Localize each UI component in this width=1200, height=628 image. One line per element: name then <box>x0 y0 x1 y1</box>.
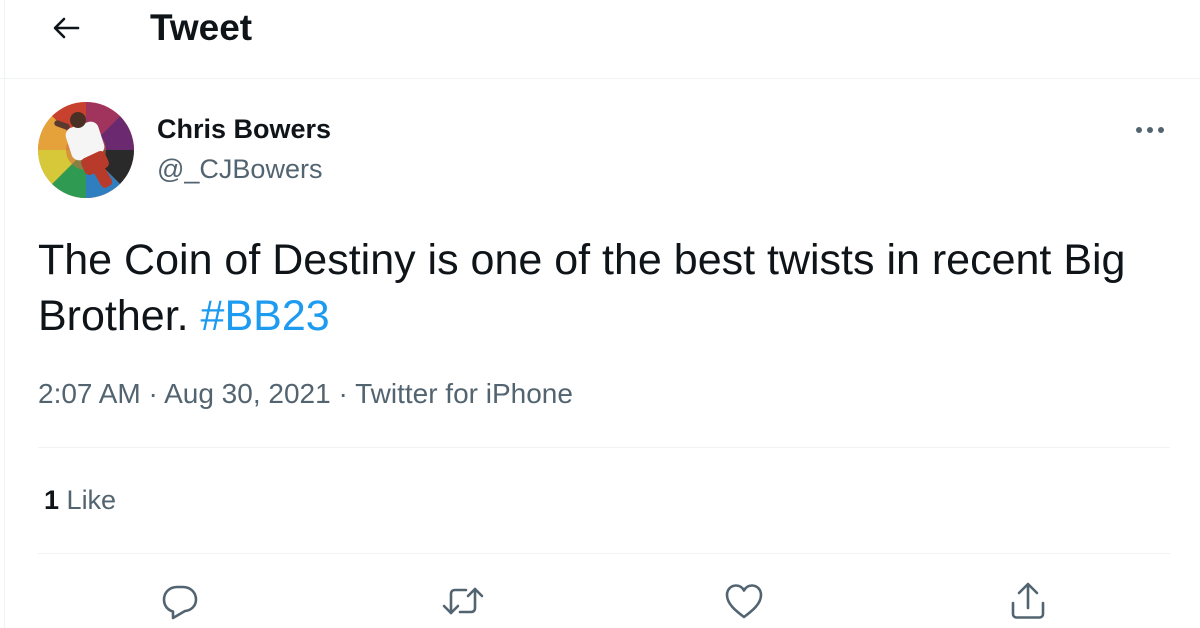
page-title: Tweet <box>150 7 253 48</box>
share-button[interactable] <box>1006 578 1050 624</box>
author-name[interactable]: Chris Bowers <box>157 113 331 145</box>
tweet-time[interactable]: 2:07 AM <box>38 378 141 409</box>
like-icon <box>724 582 764 620</box>
avatar[interactable] <box>38 102 134 198</box>
retweet-button[interactable] <box>441 578 485 624</box>
divider <box>38 447 1170 448</box>
tweet-source[interactable]: Twitter for iPhone <box>355 378 573 409</box>
likes-label: Like <box>66 485 117 515</box>
share-icon <box>1009 581 1047 621</box>
tweet-date[interactable]: Aug 30, 2021 <box>164 378 331 409</box>
tweet-page: Tweet Chris Bowers @_CJBowers The Coin o… <box>0 0 1200 628</box>
meta-separator: · <box>148 378 158 409</box>
divider <box>38 553 1170 554</box>
arrow-left-icon <box>50 12 82 44</box>
author-handle[interactable]: @_CJBowers <box>157 153 322 185</box>
hashtag-link[interactable]: #BB23 <box>201 292 330 340</box>
likes-count: 1 <box>44 485 60 515</box>
reply-button[interactable] <box>158 578 202 624</box>
more-options-icon <box>1134 125 1166 135</box>
tweet-text: The Coin of Destiny is one of the best t… <box>38 232 1168 344</box>
more-button[interactable] <box>1128 112 1172 148</box>
reply-icon <box>161 582 199 620</box>
like-button[interactable] <box>722 578 766 624</box>
back-button[interactable] <box>44 6 88 50</box>
tweet-meta: 2:07 AM · Aug 30, 2021 · Twitter for iPh… <box>38 376 573 412</box>
likes-stat[interactable]: 1 Like <box>44 482 116 518</box>
header: Tweet <box>0 0 1200 79</box>
column-border <box>4 0 5 628</box>
meta-separator: · <box>338 378 348 409</box>
retweet-icon <box>442 582 484 620</box>
